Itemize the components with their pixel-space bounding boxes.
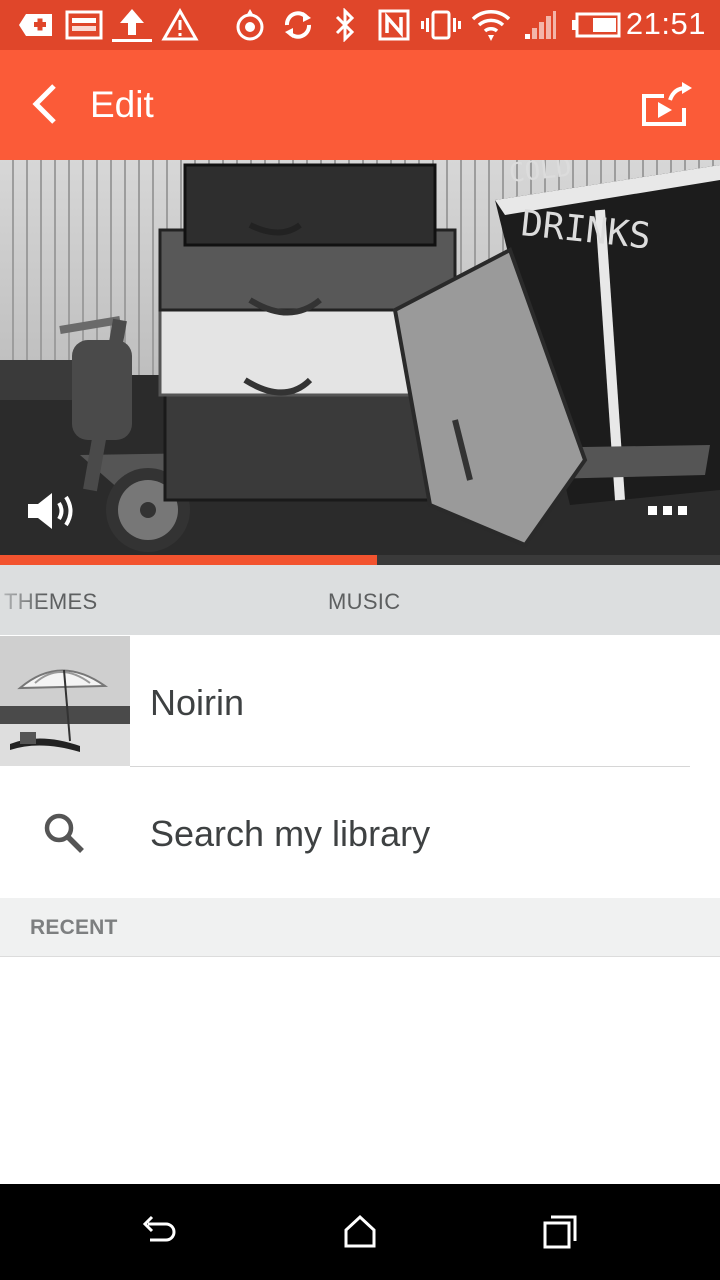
nav-back-button[interactable] bbox=[140, 1212, 180, 1252]
volume-button[interactable] bbox=[26, 490, 78, 532]
list-item-theme[interactable]: Noirin bbox=[0, 636, 720, 766]
tab-music[interactable]: MUSIC bbox=[328, 589, 400, 615]
search-library-label: Search my library bbox=[150, 813, 431, 854]
search-icon bbox=[42, 811, 86, 855]
video-preview[interactable]: COLD DRINKS bbox=[0, 160, 720, 555]
share-video-icon bbox=[642, 82, 692, 126]
back-icon bbox=[142, 1215, 176, 1242]
system-nav-bar bbox=[0, 1184, 720, 1280]
search-library-item[interactable]: Search my library bbox=[0, 767, 720, 898]
nav-home-button[interactable] bbox=[340, 1212, 380, 1252]
medical-cross-icon bbox=[18, 8, 56, 42]
theme-name: Noirin bbox=[150, 682, 245, 723]
tab-themes[interactable]: THEMES bbox=[4, 589, 97, 615]
clock: 21:51 bbox=[625, 6, 706, 41]
more-options-button[interactable] bbox=[646, 504, 690, 518]
app-bar: Edit bbox=[0, 50, 720, 160]
upload-icon bbox=[110, 8, 154, 42]
share-video-button[interactable] bbox=[640, 80, 694, 130]
home-icon bbox=[344, 1214, 376, 1248]
progress-fill bbox=[0, 555, 377, 565]
chevron-left-icon bbox=[32, 84, 56, 124]
tab-bar: THEMES MUSIC bbox=[0, 565, 720, 635]
nfc-icon bbox=[376, 8, 412, 42]
vibrate-icon bbox=[420, 8, 462, 42]
recent-label: RECENT bbox=[30, 916, 118, 939]
recents-icon bbox=[543, 1215, 577, 1249]
location-target-icon bbox=[232, 8, 268, 42]
bluetooth-icon bbox=[330, 8, 360, 42]
video-progress-bar[interactable] bbox=[0, 555, 720, 565]
sync-icon bbox=[280, 8, 316, 42]
battery-icon bbox=[570, 8, 622, 42]
page-title: Edit bbox=[90, 84, 154, 125]
video-frame: COLD DRINKS bbox=[0, 160, 720, 555]
recent-section-header: RECENT bbox=[0, 898, 720, 957]
theme-thumbnail bbox=[0, 636, 130, 766]
nav-recents-button[interactable] bbox=[540, 1212, 580, 1252]
back-button[interactable] bbox=[24, 80, 74, 130]
warning-icon bbox=[160, 8, 200, 42]
signal-icon bbox=[522, 8, 558, 42]
speaker-icon bbox=[28, 493, 73, 529]
image-icon bbox=[64, 8, 104, 42]
status-bar: 21:51 bbox=[0, 0, 720, 50]
more-dots-icon bbox=[648, 506, 687, 515]
wifi-icon bbox=[470, 8, 512, 42]
